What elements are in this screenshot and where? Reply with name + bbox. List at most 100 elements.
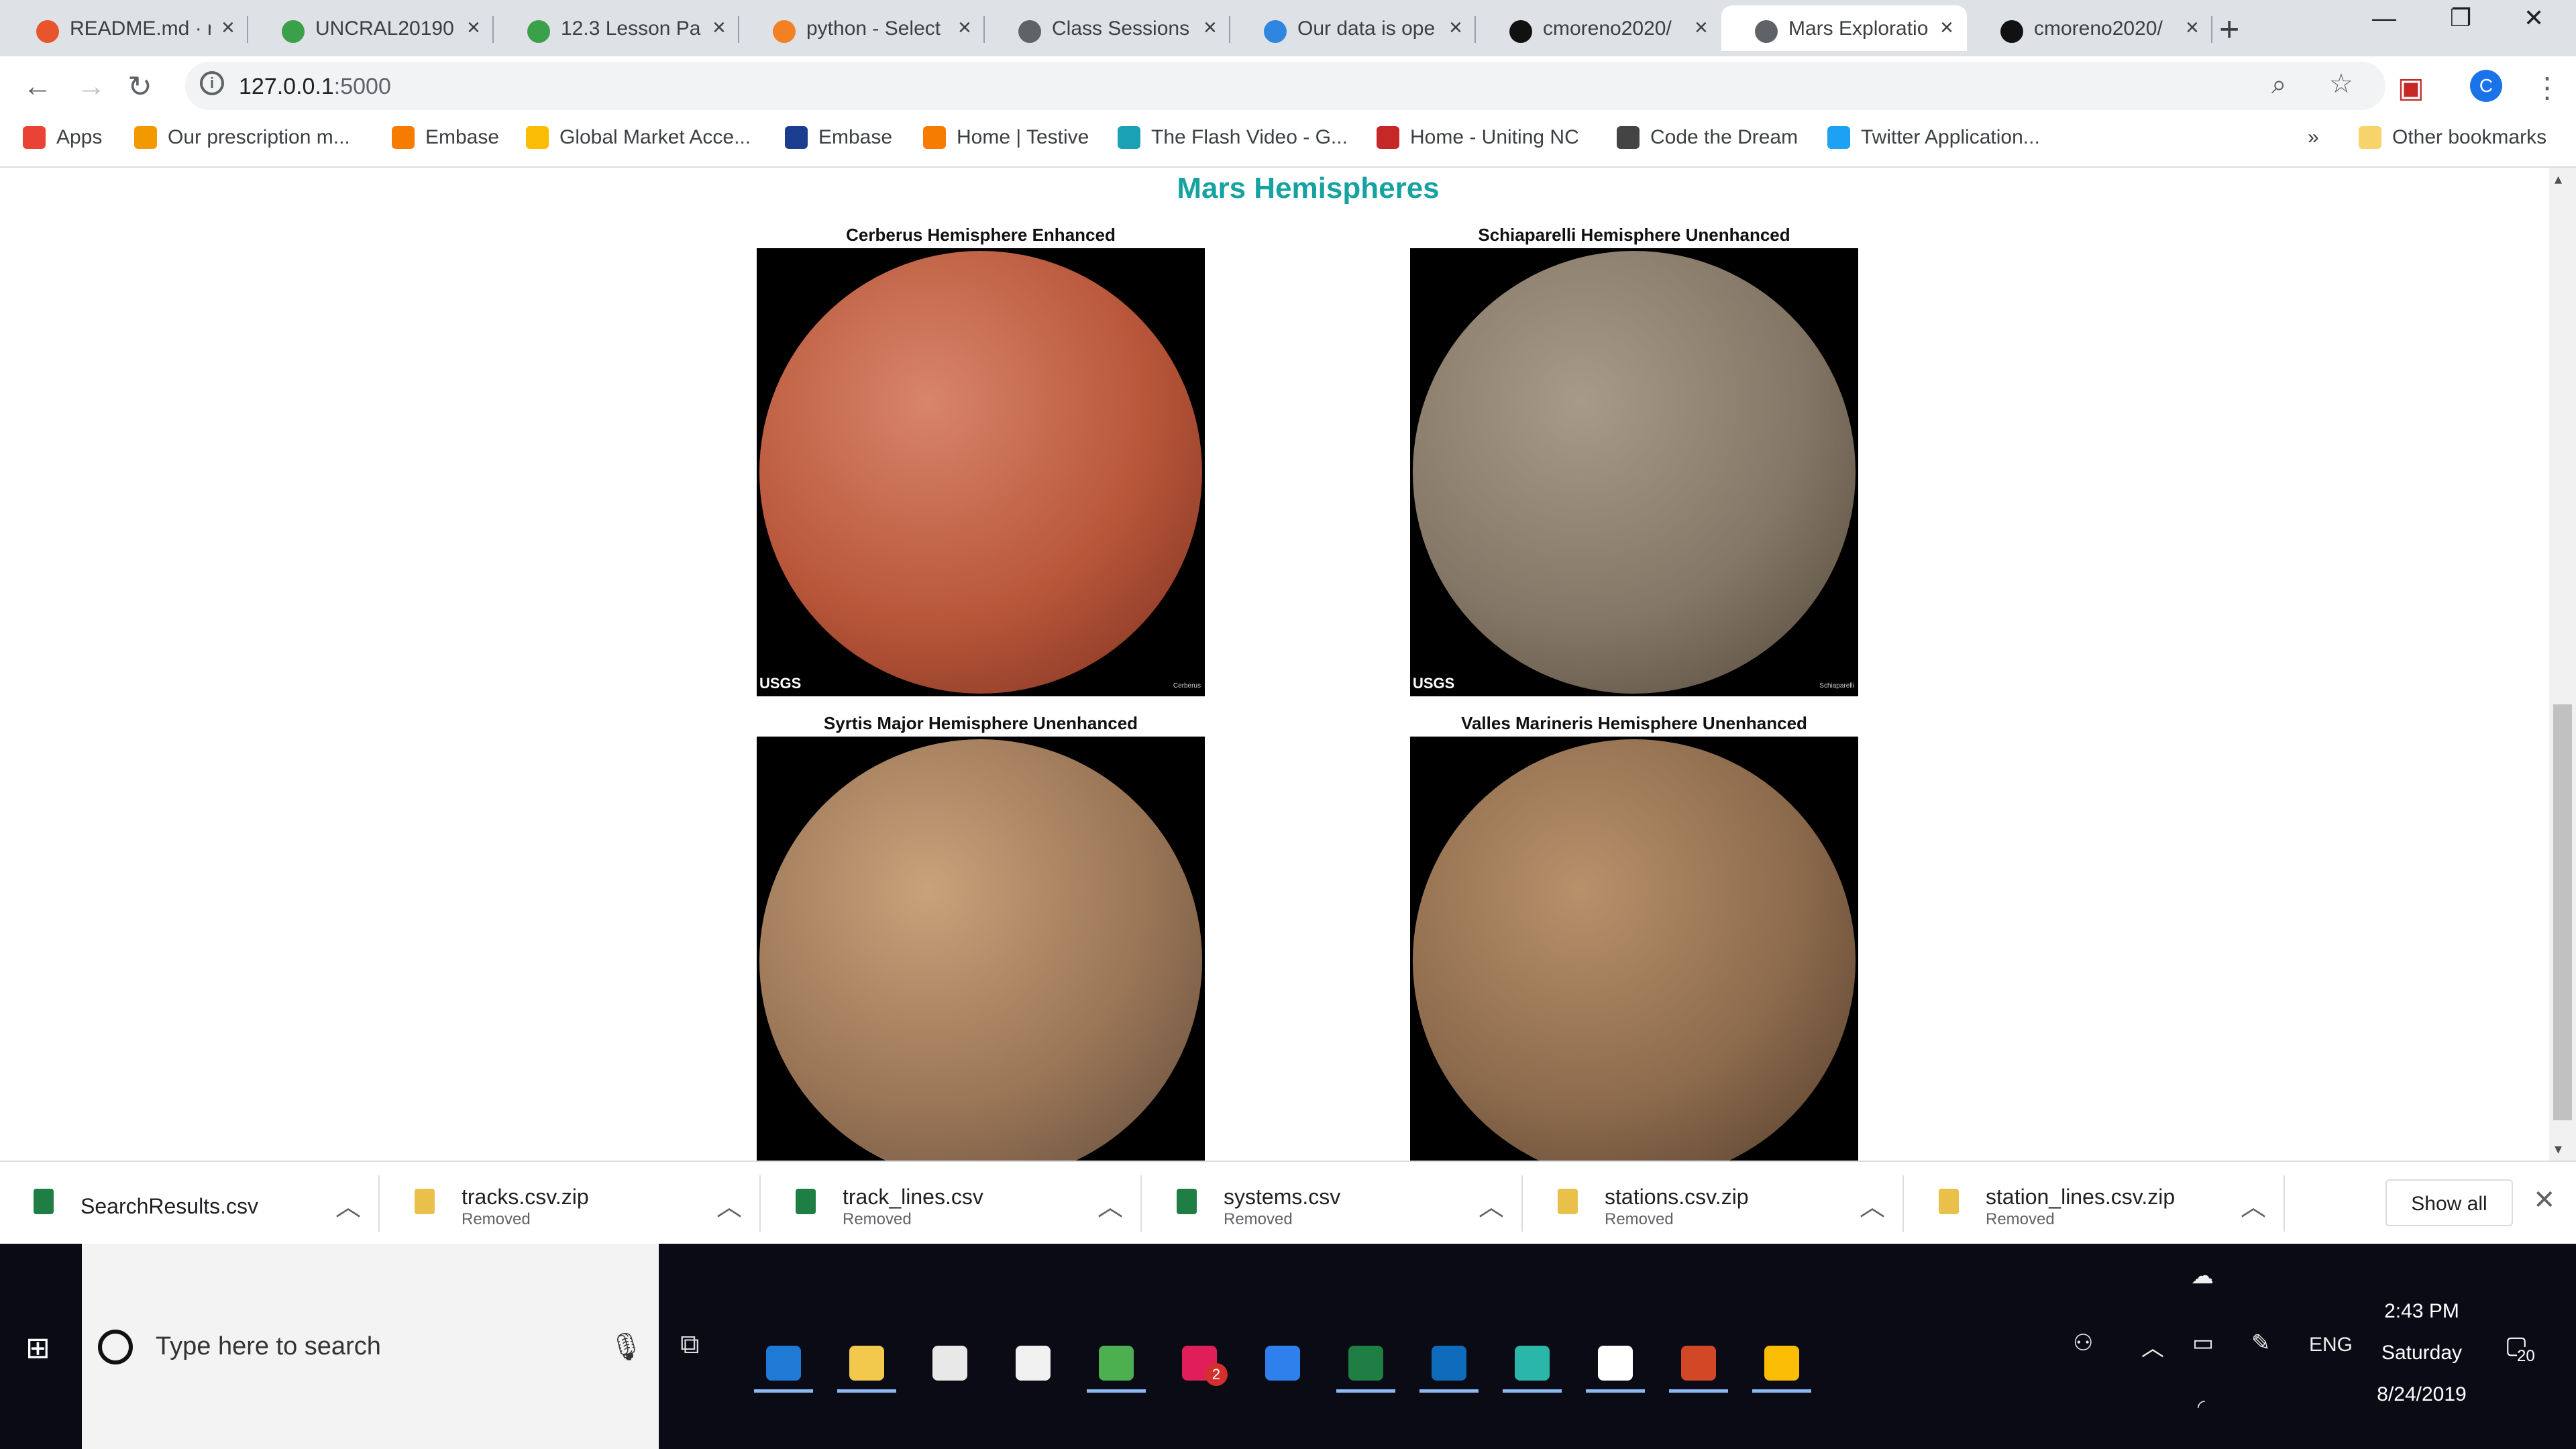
scroll-up-icon[interactable]: ▴ (2555, 170, 2562, 188)
browser-toolbar: ← → ↻ i 127.0.0.1:5000 ⌕ ☆ ▣ C ⋮ (0, 56, 2576, 117)
tab-close-icon[interactable]: × (712, 15, 726, 41)
taskbar-app-slack[interactable]: 2 (1165, 1334, 1234, 1389)
browser-tab[interactable]: python - Select × (739, 5, 985, 51)
running-indicator (1503, 1389, 1562, 1393)
clock-time: 2:43 PM (2384, 1300, 2459, 1322)
bookmark-item[interactable]: Embase (785, 126, 892, 149)
chevron-up-icon[interactable]: ︿ (1479, 1186, 1504, 1223)
chevron-up-icon[interactable]: ︿ (716, 1186, 742, 1223)
browser-tab[interactable]: 12.3 Lesson Pa × (494, 5, 739, 51)
download-item[interactable]: tracks.csv.zip Removed ︿ (381, 1162, 761, 1245)
close-window-button[interactable]: ✕ (2524, 4, 2544, 32)
windows-start-icon[interactable]: ⊞ (25, 1331, 50, 1365)
download-item[interactable]: stations.csv.zip Removed ︿ (1524, 1162, 1904, 1245)
download-item[interactable]: systems.csv Removed ︿ (1143, 1162, 1523, 1245)
taskbar-app-file-explorer[interactable] (832, 1334, 902, 1393)
chevron-up-icon[interactable]: ︿ (335, 1186, 361, 1223)
tab-close-icon[interactable]: × (958, 15, 971, 41)
bookmark-item[interactable]: Embase (392, 126, 499, 149)
zoom-icon[interactable]: ⌕ (2271, 70, 2286, 100)
chevron-up-icon[interactable]: ︿ (2241, 1186, 2266, 1223)
battery-icon[interactable]: ▭ (2192, 1330, 2214, 1356)
browser-tab[interactable]: README.md · n × (3, 5, 248, 51)
pen-icon[interactable]: ✎ (2251, 1330, 2271, 1356)
taskbar-app-chrome[interactable] (1081, 1334, 1151, 1393)
apps-shortcut[interactable]: Apps (23, 126, 102, 149)
mongodb-icon (1598, 1346, 1633, 1381)
bookmark-star-icon[interactable]: ☆ (2329, 68, 2353, 99)
scroll-down-icon[interactable]: ▾ (2555, 1140, 2562, 1158)
address-bar[interactable]: i 127.0.0.1:5000 ⌕ ☆ (185, 62, 2385, 110)
task-view-icon[interactable]: ⧉ (680, 1330, 700, 1360)
show-all-downloads-button[interactable]: Show all (2385, 1179, 2513, 1226)
extension-icon[interactable]: ▣ (2398, 71, 2424, 104)
bookmark-item[interactable]: Code the Dream (1617, 126, 1798, 149)
tab-close-icon[interactable]: × (1449, 15, 1462, 41)
chevron-up-icon[interactable]: ︿ (1860, 1186, 1885, 1223)
bookmark-item[interactable]: Twitter Application... (1827, 126, 2040, 149)
bookmark-item[interactable]: Our prescription m... (134, 126, 350, 149)
download-filename: station_lines.csv.zip (1986, 1185, 2176, 1209)
tab-close-icon[interactable]: × (467, 15, 480, 41)
taskbar-app-gitkraken[interactable] (1497, 1334, 1567, 1393)
tab-close-icon[interactable]: × (1940, 15, 1953, 41)
restore-button[interactable]: ❐ (2450, 4, 2471, 32)
chevron-up-icon[interactable]: ︿ (1097, 1186, 1123, 1223)
download-item[interactable]: SearchResults.csv ︿ (0, 1162, 380, 1245)
taskbar-app-excel[interactable] (1331, 1334, 1401, 1393)
browser-tab[interactable]: Mars Exploratio × (1721, 5, 1967, 51)
browser-tab[interactable]: Our data is ope × (1230, 5, 1476, 51)
tab-close-icon[interactable]: × (2186, 15, 2199, 41)
profile-avatar[interactable]: C (2470, 70, 2502, 102)
bookmark-item[interactable]: The Flash Video - G... (1118, 126, 1348, 149)
taskbar-app-store[interactable] (915, 1334, 985, 1389)
back-icon[interactable]: ← (23, 70, 52, 103)
running-indicator (1752, 1389, 1811, 1393)
notification-count: 20 (2517, 1347, 2535, 1366)
tab-close-icon[interactable]: × (221, 15, 235, 41)
taskbar-app-outlook[interactable] (1414, 1334, 1484, 1393)
download-separator (2284, 1175, 2285, 1232)
forward-icon[interactable]: → (76, 70, 106, 103)
microphone-icon[interactable]: 🎙 (609, 1331, 643, 1362)
bookmark-item[interactable]: Home | Testive (923, 126, 1089, 149)
hemisphere-card: Schiaparelli Hemisphere Unenhanced USGS Sc… (1410, 221, 1858, 696)
minimize-button[interactable]: — (2372, 4, 2396, 32)
file-icon (1177, 1189, 1197, 1214)
browser-tab[interactable]: Class Sessions × (985, 5, 1230, 51)
other-bookmarks-folder[interactable]: Other bookmarks (2359, 126, 2546, 149)
bookmarks-overflow-icon[interactable]: » (2308, 126, 2319, 149)
download-item[interactable]: track_lines.csv Removed ︿ (762, 1162, 1142, 1245)
close-downloads-icon[interactable]: ✕ (2533, 1185, 2556, 1216)
taskbar-search-box[interactable]: Type here to search 🎙 (82, 1244, 659, 1449)
onedrive-icon[interactable]: ☁ (2191, 1263, 2214, 1289)
tab-favicon-icon (527, 20, 550, 43)
browser-tab[interactable]: cmoreno2020/ × (1476, 5, 1721, 51)
browser-tab[interactable]: cmoreno2020/ × (1967, 5, 2212, 51)
browser-tab[interactable]: UNCRAL20190 × (248, 5, 494, 51)
people-icon[interactable]: ⚇ (2073, 1330, 2093, 1356)
tab-close-icon[interactable]: × (1203, 15, 1217, 41)
bookmark-item[interactable]: Global Market Acce... (526, 126, 751, 149)
new-tab-button[interactable]: + (2219, 9, 2239, 50)
page-scrollbar[interactable]: ▴ ▾ (2549, 168, 2576, 1161)
scrollbar-thumb[interactable] (2553, 704, 2572, 1120)
download-item[interactable]: station_lines.csv.zip Removed ︿ (1905, 1162, 2285, 1245)
taskbar-app-mail[interactable] (998, 1334, 1068, 1389)
bookmark-item[interactable]: Home - Uniting NC (1377, 126, 1579, 149)
taskbar-app-edge[interactable] (749, 1334, 818, 1393)
taskbar-app-powerpoint[interactable] (1664, 1334, 1733, 1393)
tab-separator (2211, 16, 2212, 43)
bookmark-favicon-icon (392, 126, 415, 149)
site-info-icon[interactable]: i (200, 71, 224, 95)
reload-icon[interactable]: ↻ (127, 70, 152, 104)
clock[interactable]: 2:43 PM Saturday 8/24/2019 (2361, 1291, 2482, 1415)
taskbar-app-mongodb[interactable] (1580, 1334, 1650, 1393)
wifi-icon[interactable]: ◜ (2198, 1395, 2205, 1417)
language-indicator[interactable]: ENG (2309, 1334, 2353, 1356)
taskbar-app-chrome-2[interactable] (1747, 1334, 1817, 1393)
show-hidden-icons-chevron[interactable]: ︿ (2141, 1330, 2164, 1362)
taskbar-app-vscode[interactable] (1248, 1334, 1318, 1389)
tab-close-icon[interactable]: × (1695, 15, 1708, 41)
menu-kebab-icon[interactable]: ⋮ (2533, 71, 2561, 104)
